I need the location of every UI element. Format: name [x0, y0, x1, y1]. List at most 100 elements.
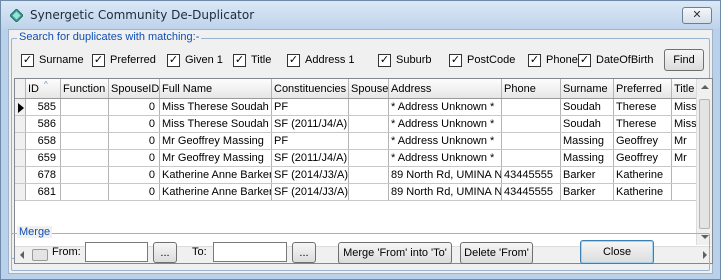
cell-spouse[interactable]: [349, 150, 389, 166]
cell-fullname[interactable]: Katherine Anne Barker: [160, 167, 272, 183]
checkbox-phone[interactable]: ✓ Phone: [528, 52, 578, 68]
delete-from-button[interactable]: Delete 'From': [460, 242, 533, 264]
checkbox-given1[interactable]: ✓ Given 1: [167, 52, 223, 68]
cell-spouseid[interactable]: 0: [109, 184, 160, 200]
cell-constituencies[interactable]: SF (2011/J4/A): [272, 150, 349, 166]
cell-phone[interactable]: [502, 116, 561, 132]
column-header-id[interactable]: ID ^: [26, 79, 61, 98]
cell-function[interactable]: [61, 184, 109, 200]
cell-id[interactable]: 678: [26, 167, 61, 183]
checkbox-surname[interactable]: ✓ Surname: [21, 52, 84, 68]
cell-preferred[interactable]: Therese: [614, 116, 672, 132]
cell-function[interactable]: [61, 167, 109, 183]
column-header-title[interactable]: Title: [672, 79, 698, 98]
cell-spouseid[interactable]: 0: [109, 167, 160, 183]
cell-fullname[interactable]: Miss Therese Soudah: [160, 99, 272, 115]
cell-constituencies[interactable]: SF (2014/J3/A): [272, 167, 349, 183]
cell-spouse[interactable]: [349, 167, 389, 183]
column-header-spouse[interactable]: Spouse: [349, 79, 389, 98]
row-selector[interactable]: [15, 99, 26, 115]
checkbox-suburb[interactable]: ✓ Suburb: [378, 52, 431, 68]
cell-title[interactable]: Mr: [672, 133, 698, 149]
row-selector[interactable]: [15, 150, 26, 166]
cell-phone[interactable]: [502, 150, 561, 166]
cell-constituencies[interactable]: SF (2011/J4/A): [272, 116, 349, 132]
cell-id[interactable]: 585: [26, 99, 61, 115]
cell-title[interactable]: [672, 184, 698, 200]
from-field[interactable]: [85, 242, 148, 262]
cell-title[interactable]: Miss: [672, 99, 698, 115]
cell-title[interactable]: Miss: [672, 116, 698, 132]
cell-address[interactable]: 89 North Rd, UMINA NSW: [389, 184, 502, 200]
cell-spouse[interactable]: [349, 116, 389, 132]
cell-preferred[interactable]: Katherine: [614, 167, 672, 183]
cell-preferred[interactable]: Therese: [614, 99, 672, 115]
column-header-preferred[interactable]: Preferred: [614, 79, 672, 98]
column-header-phone[interactable]: Phone: [502, 79, 561, 98]
column-header-fullname[interactable]: Full Name: [160, 79, 272, 98]
cell-id[interactable]: 659: [26, 150, 61, 166]
cell-surname[interactable]: Barker: [561, 184, 614, 200]
cell-spouseid[interactable]: 0: [109, 116, 160, 132]
cell-surname[interactable]: Barker: [561, 167, 614, 183]
cell-constituencies[interactable]: PF: [272, 133, 349, 149]
cell-surname[interactable]: Soudah: [561, 116, 614, 132]
cell-id[interactable]: 681: [26, 184, 61, 200]
merge-from-into-to-button[interactable]: Merge 'From' into 'To': [338, 242, 452, 264]
cell-title[interactable]: Mr: [672, 150, 698, 166]
cell-spouseid[interactable]: 0: [109, 99, 160, 115]
cell-phone[interactable]: [502, 133, 561, 149]
cell-constituencies[interactable]: SF (2014/J3/A): [272, 184, 349, 200]
checkbox-address1[interactable]: ✓ Address 1: [287, 52, 355, 68]
cell-preferred[interactable]: Katherine: [614, 184, 672, 200]
cell-address[interactable]: 89 North Rd, UMINA NSW: [389, 167, 502, 183]
cell-function[interactable]: [61, 133, 109, 149]
table-row[interactable]: 681 0 Katherine Anne Barker SF (2014/J3/…: [15, 184, 712, 201]
cell-function[interactable]: [61, 116, 109, 132]
row-selector[interactable]: [15, 184, 26, 200]
find-button[interactable]: Find: [664, 49, 704, 71]
table-row[interactable]: 678 0 Katherine Anne Barker SF (2014/J3/…: [15, 167, 712, 184]
cell-spouse[interactable]: [349, 133, 389, 149]
cell-surname[interactable]: Massing: [561, 133, 614, 149]
cell-fullname[interactable]: Mr Geoffrey Massing: [160, 133, 272, 149]
column-header-address[interactable]: Address: [389, 79, 502, 98]
cell-function[interactable]: [61, 99, 109, 115]
window-close-button[interactable]: ✕: [682, 7, 712, 24]
column-header-surname[interactable]: Surname: [561, 79, 614, 98]
cell-spouse[interactable]: [349, 184, 389, 200]
cell-phone[interactable]: 43445555: [502, 167, 561, 183]
checkbox-postcode[interactable]: ✓ PostCode: [449, 52, 515, 68]
title-bar[interactable]: Synergetic Community De-Duplicator ✕: [1, 1, 720, 29]
cell-spouse[interactable]: [349, 99, 389, 115]
checkbox-dateofbirth[interactable]: ✓ DateOfBirth: [578, 52, 653, 68]
row-selector[interactable]: [15, 133, 26, 149]
checkbox-title[interactable]: ✓ Title: [233, 52, 271, 68]
cell-constituencies[interactable]: PF: [272, 99, 349, 115]
cell-fullname[interactable]: Mr Geoffrey Massing: [160, 150, 272, 166]
checkbox-preferred[interactable]: ✓ Preferred: [92, 52, 156, 68]
scroll-up-icon[interactable]: [701, 85, 709, 89]
cell-phone[interactable]: [502, 99, 561, 115]
cell-preferred[interactable]: Geoffrey: [614, 150, 672, 166]
to-field[interactable]: [213, 242, 287, 262]
cell-title[interactable]: [672, 167, 698, 183]
cell-spouseid[interactable]: 0: [109, 150, 160, 166]
cell-id[interactable]: 586: [26, 116, 61, 132]
cell-function[interactable]: [61, 150, 109, 166]
table-row[interactable]: 586 0 Miss Therese Soudah SF (2011/J4/A)…: [15, 116, 712, 133]
cell-phone[interactable]: 43445555: [502, 184, 561, 200]
column-header-constituencies[interactable]: Constituencies: [272, 79, 349, 98]
row-selector[interactable]: [15, 167, 26, 183]
column-header-function[interactable]: Function: [61, 79, 109, 98]
cell-spouseid[interactable]: 0: [109, 133, 160, 149]
from-browse-button[interactable]: ...: [153, 242, 177, 263]
cell-surname[interactable]: Soudah: [561, 99, 614, 115]
grid-vertical-scrollbar[interactable]: [696, 79, 712, 245]
close-button[interactable]: Close: [580, 240, 654, 264]
row-selector[interactable]: [15, 116, 26, 132]
cell-address[interactable]: * Address Unknown *: [389, 150, 502, 166]
vertical-scroll-thumb[interactable]: [699, 99, 710, 229]
cell-address[interactable]: * Address Unknown *: [389, 99, 502, 115]
cell-id[interactable]: 658: [26, 133, 61, 149]
